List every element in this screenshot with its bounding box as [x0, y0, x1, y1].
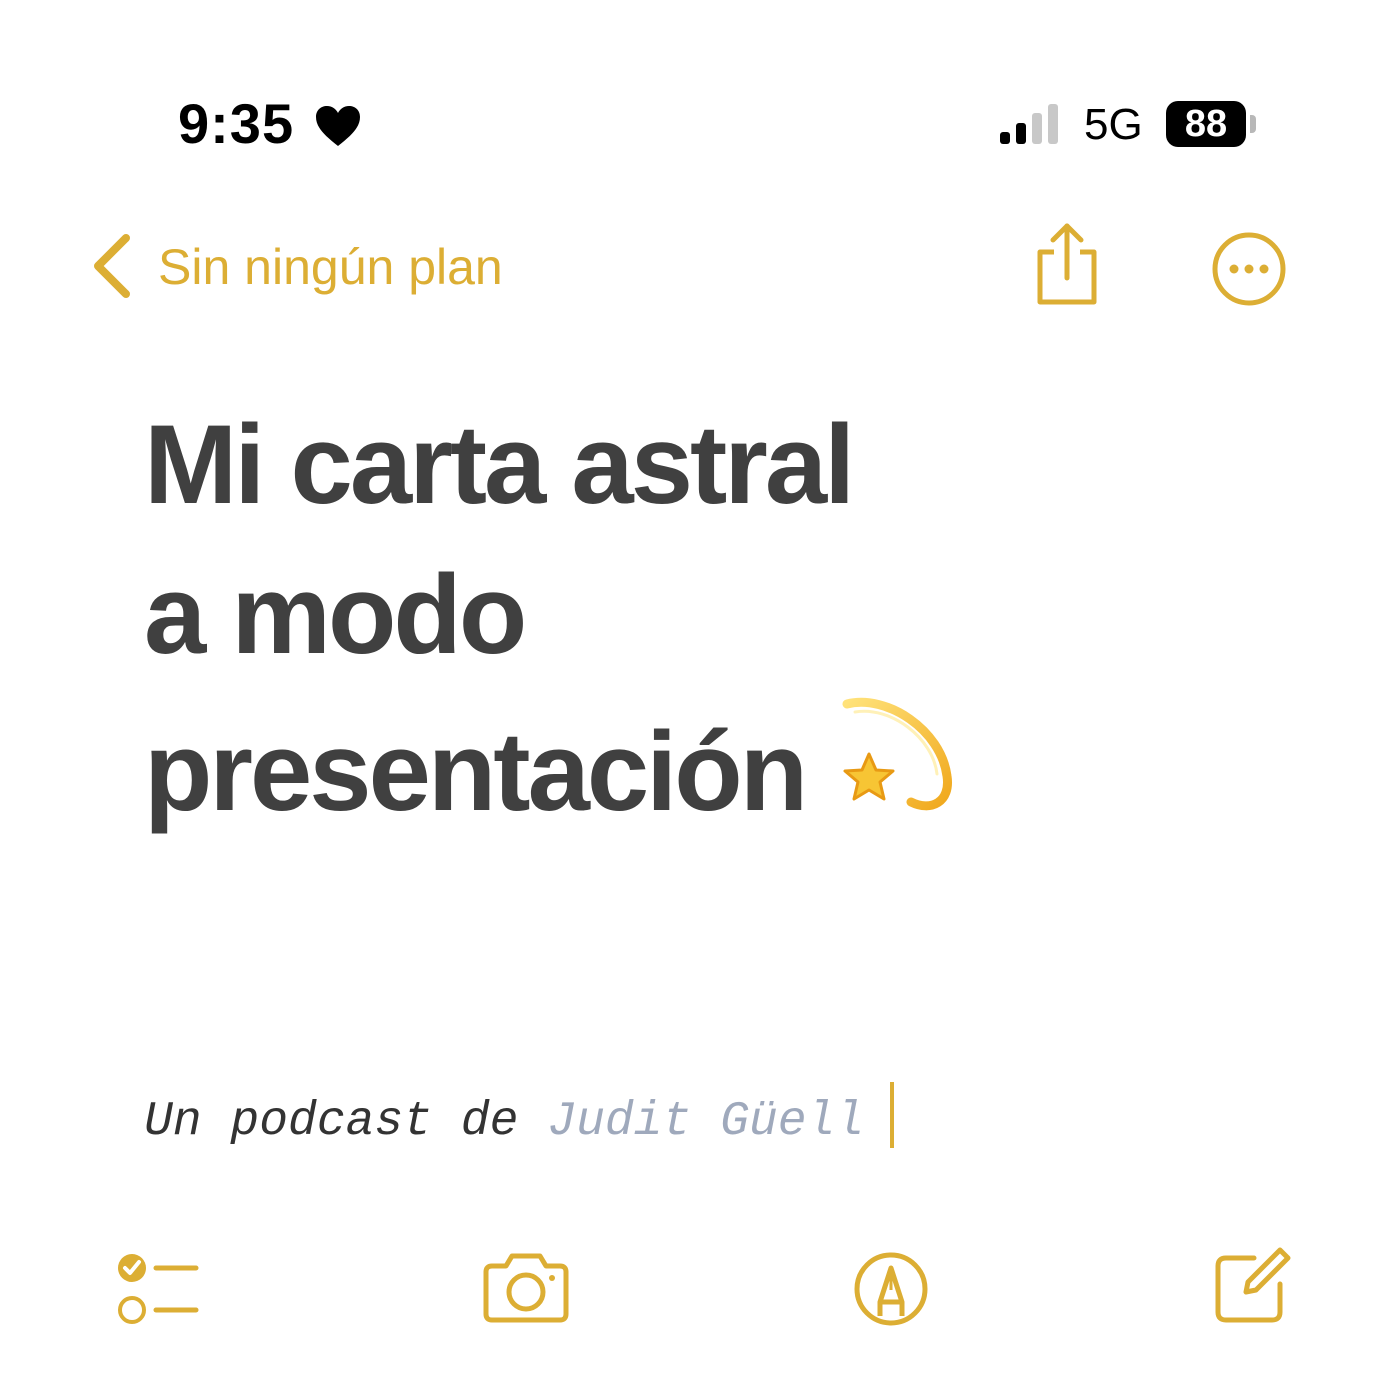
compose-icon[interactable] — [1212, 1246, 1292, 1326]
battery-level: 88 — [1184, 103, 1228, 145]
camera-icon[interactable] — [480, 1250, 572, 1326]
more-icon[interactable] — [1210, 230, 1288, 308]
share-icon[interactable] — [1030, 222, 1104, 306]
title-line-2: a modo — [144, 552, 527, 677]
note-subtitle[interactable]: Un podcast de Judit Güell — [144, 1082, 895, 1152]
text-cursor — [890, 1082, 895, 1148]
battery-nub — [1250, 115, 1256, 133]
shooting-star-icon — [842, 697, 953, 811]
checklist-icon[interactable] — [112, 1250, 202, 1330]
title-line-3-text: presentación — [144, 709, 808, 834]
chevron-left-icon[interactable] — [88, 232, 134, 300]
note-title[interactable]: Mi carta astral a modo presentación — [144, 390, 1144, 847]
subtitle-author: Judit Güell — [547, 1095, 865, 1149]
battery-icon: 88 — [1166, 101, 1246, 147]
network-label: 5G — [1084, 100, 1143, 149]
heart-icon — [316, 106, 360, 146]
status-time: 9:35 — [178, 92, 295, 155]
signal-icon — [1000, 104, 1058, 144]
back-button[interactable]: Sin ningún plan — [158, 236, 503, 298]
title-line-1: Mi carta astral — [144, 402, 855, 527]
subtitle-prefix: Un podcast de — [144, 1095, 548, 1149]
title-line-3: presentación — [144, 690, 1144, 847]
markup-icon[interactable] — [852, 1250, 930, 1328]
